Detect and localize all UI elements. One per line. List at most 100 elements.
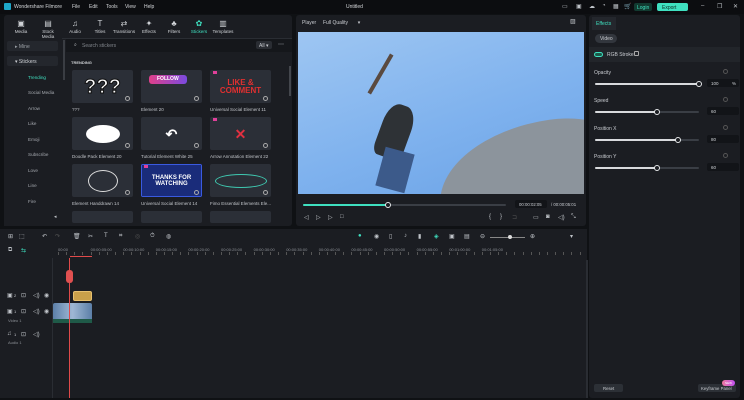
download-icon[interactable] <box>263 190 268 195</box>
crop-icon[interactable]: ⌗ <box>119 233 122 240</box>
sticker-thumbnail[interactable]: FOLLOW <box>141 70 202 103</box>
sidebar-section-stickers[interactable]: ▾ Stickers <box>7 56 58 66</box>
param-slider[interactable] <box>595 165 699 171</box>
sticker-thumbnail[interactable]: LIKE & COMMENT <box>210 70 271 103</box>
param-value-input[interactable]: 100% <box>707 79 739 87</box>
download-icon[interactable] <box>263 96 268 101</box>
sidebar-item-fire[interactable]: Fire <box>28 199 36 204</box>
sticker-thumbnail[interactable] <box>210 211 271 223</box>
eye-icon[interactable]: ◉ <box>44 292 49 299</box>
tab-effects[interactable]: ✦ Effects <box>137 19 161 34</box>
sidebar-scrollbar[interactable] <box>63 40 65 80</box>
download-icon[interactable] <box>125 143 130 148</box>
sticker-thumbnail[interactable] <box>72 164 133 197</box>
tab-video[interactable]: Video <box>595 34 617 43</box>
playhead-split-handle[interactable] <box>66 270 73 283</box>
keyframe-icon[interactable] <box>723 97 728 102</box>
text-icon[interactable]: T <box>104 233 108 239</box>
eye-icon[interactable]: ◉ <box>44 308 49 315</box>
subtitle-icon[interactable]: ▤ <box>464 233 470 240</box>
sticker-thumbnail[interactable]: ✕ <box>210 117 271 150</box>
voice-icon[interactable]: ▮ <box>418 233 421 240</box>
effect-toggle[interactable] <box>594 52 603 57</box>
sidebar-item-arrow[interactable]: Arrow <box>28 106 40 111</box>
effect-checkbox[interactable] <box>634 51 639 56</box>
sidebar-item-line[interactable]: Line <box>28 183 37 188</box>
sticker-thumbnail[interactable] <box>210 164 271 197</box>
tab-transitions[interactable]: ⇄ Transitions <box>112 19 136 34</box>
download-icon[interactable] <box>263 143 268 148</box>
color-icon[interactable]: ◎ <box>135 233 140 240</box>
download-icon[interactable] <box>194 190 199 195</box>
gift-icon[interactable]: ▦ <box>613 3 619 10</box>
sidebar-item-subscribe[interactable]: Subscribe <box>28 152 48 157</box>
menu-help[interactable]: Help <box>144 4 154 10</box>
layout-icon[interactable]: ▭ <box>562 3 568 10</box>
tab-effects-panel[interactable]: Effects <box>592 17 616 30</box>
mic-icon[interactable]: ♪ <box>404 233 407 239</box>
save-icon[interactable]: ▣ <box>576 3 582 10</box>
marker-icon[interactable]: ▯ <box>389 233 392 240</box>
auto-highlight-icon[interactable]: ● <box>358 233 362 239</box>
menu-file[interactable]: File <box>72 4 80 10</box>
param-value-input[interactable]: 80 <box>707 135 739 143</box>
sticker-thumbnail[interactable] <box>72 211 133 223</box>
previous-frame-icon[interactable]: ◁ <box>304 214 309 221</box>
param-slider[interactable] <box>595 109 699 115</box>
snapshot-icon[interactable]: ▨ <box>570 18 576 25</box>
sidebar-item-emoji[interactable]: Emoji <box>28 137 40 142</box>
keyframe-icon[interactable] <box>723 69 728 74</box>
sidebar-section-mine[interactable]: ▸ Mine <box>7 41 58 51</box>
fullscreen-icon[interactable]: ⤡ <box>571 214 576 221</box>
search-input[interactable]: Search stickers <box>82 43 116 49</box>
tab-stock-media[interactable]: ▤ Stock Media <box>36 19 60 39</box>
download-icon[interactable] <box>125 96 130 101</box>
ai-icon[interactable]: ◈ <box>434 233 439 240</box>
quality-dropdown[interactable]: Full Quality ▾ <box>323 20 360 26</box>
mark-in-icon[interactable]: { <box>489 214 491 220</box>
tab-media[interactable]: ▣ Media <box>9 19 33 34</box>
tab-filters[interactable]: ♣ Filters <box>162 19 186 34</box>
param-slider[interactable] <box>595 137 699 143</box>
tab-stickers[interactable]: ✿ Stickers <box>187 19 211 34</box>
filter-dropdown[interactable]: All ▾ <box>256 41 272 49</box>
zoom-in-icon[interactable]: ⊕ <box>530 233 535 240</box>
keyframe-icon[interactable] <box>723 153 728 158</box>
keyframe-icon[interactable] <box>723 125 728 130</box>
tab-titles[interactable]: T Titles <box>88 19 112 34</box>
sticker-thumbnail[interactable]: THANKS FOR WATCHING <box>141 164 202 197</box>
bulb-icon[interactable]: ◔ <box>602 3 606 9</box>
sticker-clip[interactable] <box>73 291 92 301</box>
param-value-input[interactable]: 60 <box>707 107 739 115</box>
param-value-input[interactable]: 60 <box>707 163 739 171</box>
cut-icon[interactable]: ✂ <box>88 233 93 240</box>
audio-icon[interactable]: ◁) <box>33 308 40 315</box>
zoom-slider[interactable] <box>490 235 525 239</box>
download-icon[interactable] <box>125 190 130 195</box>
more-icon[interactable]: ⋯ <box>278 41 284 48</box>
redo-icon[interactable]: ↷ <box>55 233 60 240</box>
sticker-thumbnail[interactable]: ??? <box>72 70 133 103</box>
lock-icon[interactable]: ⊡ <box>21 331 26 338</box>
export-button[interactable]: Export <box>657 3 688 11</box>
sticker-thumbnail[interactable]: ↶ <box>141 117 202 150</box>
sidebar-item-social-media[interactable]: Social Media <box>28 90 54 95</box>
param-slider[interactable] <box>595 81 702 87</box>
undo-icon[interactable]: ↶ <box>42 233 47 240</box>
tab-audio[interactable]: ♫ Audio <box>63 19 87 34</box>
playback-scrubber[interactable] <box>303 202 506 208</box>
grid-icon[interactable]: ⊞ <box>8 233 13 240</box>
volume-icon[interactable]: ◁) <box>558 214 565 221</box>
render-icon[interactable]: ◉ <box>374 233 379 240</box>
sidebar-item-love[interactable]: Love <box>28 168 38 173</box>
speed-icon[interactable]: ◍ <box>166 233 171 240</box>
link-icon[interactable]: ⇆ <box>21 247 26 254</box>
audio-icon[interactable]: ◁) <box>33 331 40 338</box>
timer-icon[interactable]: ⏱ <box>150 233 155 240</box>
delete-icon[interactable]: 🗑 <box>73 233 81 240</box>
cart-icon[interactable]: 🛒 <box>624 3 631 10</box>
menu-edit[interactable]: Edit <box>89 4 98 10</box>
insert-icon[interactable]: ⊐ <box>512 214 517 221</box>
select-icon[interactable]: ⬚ <box>19 233 25 240</box>
sticker-thumbnail[interactable] <box>72 117 133 150</box>
